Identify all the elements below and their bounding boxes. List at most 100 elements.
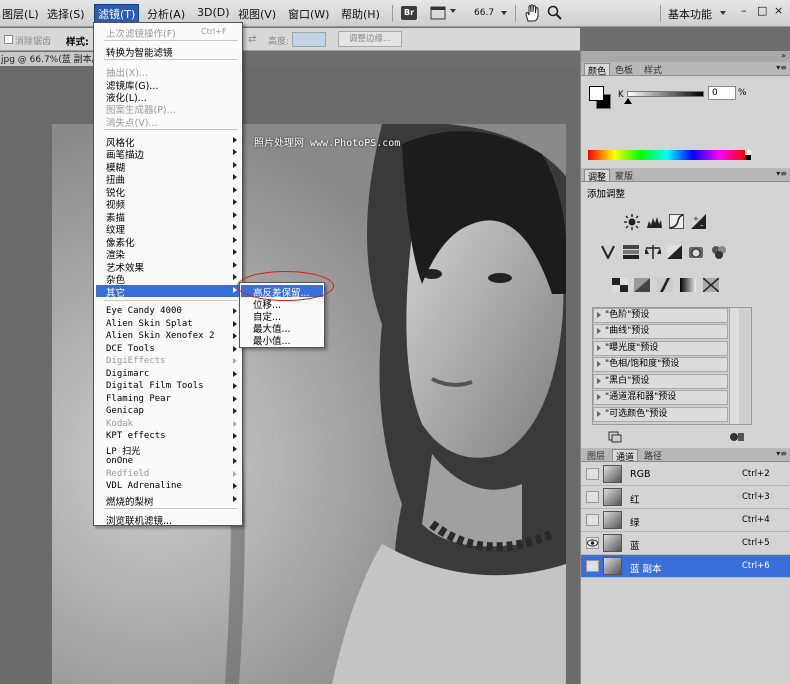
invert-icon[interactable] — [612, 278, 628, 292]
menu-item-plugin[interactable]: Flaming Pear — [106, 394, 171, 404]
threshold-icon[interactable] — [657, 278, 673, 292]
minimize-button[interactable]: – — [741, 4, 747, 17]
presets-scrollbar[interactable] — [729, 308, 739, 424]
tab-adjustments[interactable]: 调整 — [584, 169, 611, 183]
tab-styles[interactable]: 样式 — [641, 63, 665, 76]
menu-item-plugin[interactable]: Alien Skin Splat — [106, 319, 193, 329]
black-white-icon[interactable] — [667, 245, 682, 259]
workspace-switcher[interactable]: 基本功能 — [668, 6, 712, 22]
menu-item-vanishing-point[interactable]: 消失点(V)... — [106, 115, 157, 129]
black-white-ramp[interactable] — [745, 150, 751, 160]
exposure-icon[interactable]: +– — [691, 214, 706, 229]
menu-item-plugin[interactable]: Genicap — [106, 406, 144, 416]
clip-to-layer-icon[interactable] — [608, 431, 622, 443]
collapse-icon[interactable]: » — [781, 51, 786, 60]
tab-color[interactable]: 颜色 — [584, 63, 611, 77]
menu-item-plugin[interactable]: Kodak — [106, 419, 133, 429]
panel-menu-icon[interactable]: ▾≡ — [776, 169, 787, 178]
menu-item-extract[interactable]: 抽出(X)... — [106, 65, 148, 79]
menu-item-last-filter[interactable]: 上次滤镜操作(F) — [106, 26, 176, 40]
height-input[interactable] — [292, 32, 326, 47]
menu-item-other[interactable]: 其它 — [106, 285, 125, 299]
menu-select[interactable]: 选择(S) — [47, 6, 85, 22]
channel-row[interactable]: 绿 Ctrl+4 — [581, 509, 790, 532]
menu-item-browse-online[interactable]: 浏览联机滤镜... — [106, 513, 172, 527]
menu-filter[interactable]: 滤镜(T) — [94, 4, 140, 24]
curves-icon[interactable] — [669, 214, 684, 229]
preset-exposure[interactable]: "曝光度"预设 — [593, 341, 728, 356]
menu-item-plugin[interactable]: Redfield — [106, 469, 149, 479]
visibility-toggle[interactable] — [586, 491, 599, 503]
close-button[interactable]: × — [774, 4, 783, 17]
visibility-toggle[interactable] — [586, 560, 599, 572]
channel-mixer-icon[interactable] — [711, 244, 727, 260]
channel-row[interactable]: 蓝 Ctrl+5 — [581, 532, 790, 555]
posterize-icon[interactable] — [634, 278, 650, 292]
menu-item-plugin[interactable]: 燃烧的梨树 — [106, 494, 154, 508]
menu-item-plugin[interactable]: Digital Film Tools — [106, 381, 204, 391]
gradient-map-icon[interactable] — [680, 278, 696, 292]
visibility-toggle[interactable] — [586, 468, 599, 480]
bridge-icon[interactable]: Br — [401, 6, 417, 20]
tab-paths[interactable]: 路径 — [641, 449, 665, 462]
menu-3d[interactable]: 3D(D) — [197, 6, 230, 19]
menu-item-convert-smart[interactable]: 转换为智能滤镜 — [106, 45, 173, 59]
visibility-toggle[interactable] — [586, 537, 599, 549]
preset-black-white[interactable]: "黑白"预设 — [593, 374, 728, 389]
brightness-icon[interactable] — [624, 214, 640, 230]
refine-edge-button[interactable]: 调整边缘... — [338, 31, 402, 47]
tab-channels[interactable]: 通道 — [612, 449, 639, 463]
visibility-toggle[interactable] — [586, 514, 599, 526]
tab-swatches[interactable]: 色板 — [612, 63, 636, 76]
tab-masks[interactable]: 蒙版 — [612, 169, 636, 182]
levels-icon[interactable] — [646, 215, 663, 229]
menu-item-brush-strokes[interactable]: 画笔描边 — [106, 147, 144, 161]
menu-view[interactable]: 视图(V) — [238, 6, 276, 22]
preset-hue-saturation[interactable]: "色相/饱和度"预设 — [593, 357, 728, 372]
menu-window[interactable]: 窗口(W) — [288, 6, 329, 22]
menu-item-minimum[interactable]: 最小值... — [253, 333, 291, 347]
zoom-tool-icon[interactable] — [547, 5, 562, 20]
menu-help[interactable]: 帮助(H) — [341, 6, 380, 22]
zoom-level[interactable]: 66.7 — [474, 8, 494, 18]
menu-item-plugin[interactable]: Alien Skin Xenofex 2 — [106, 331, 214, 341]
menu-item-plugin[interactable]: Eye Candy 4000 — [106, 306, 182, 316]
menu-item-render[interactable]: 渲染 — [106, 247, 125, 261]
k-value-input[interactable]: 0 — [708, 86, 736, 100]
color-balance-icon[interactable] — [645, 244, 661, 260]
menu-item-plugin[interactable]: DCE Tools — [106, 344, 155, 354]
channel-row[interactable]: RGB Ctrl+2 — [581, 463, 790, 486]
preset-channel-mixer[interactable]: "通道混和器"预设 — [593, 390, 728, 405]
view-extras-icon[interactable] — [430, 6, 446, 20]
restore-button[interactable]: □ — [757, 4, 767, 17]
menu-item-plugin[interactable]: DigiEffects — [106, 356, 166, 366]
color-spectrum[interactable] — [588, 150, 745, 160]
menu-item-video[interactable]: 视频 — [106, 197, 125, 211]
menu-analysis[interactable]: 分析(A) — [147, 6, 185, 22]
menu-item-noise[interactable]: 杂色 — [106, 272, 125, 286]
adjustment-panel-options-icon[interactable] — [729, 431, 745, 443]
selective-color-icon[interactable] — [703, 278, 719, 292]
menu-item-plugin[interactable]: KPT effects — [106, 431, 166, 441]
workspace-dropdown-icon[interactable] — [720, 11, 726, 15]
menu-item-plugin[interactable]: VDL Adrenaline — [106, 481, 182, 491]
menu-item-plugin[interactable]: onOne — [106, 456, 133, 466]
menu-item-plugin[interactable]: Digimarc — [106, 369, 149, 379]
k-slider-track[interactable] — [627, 91, 704, 97]
slider-handle-icon[interactable] — [624, 98, 632, 104]
document-tab[interactable]: jpg @ 66.7%(蓝 副本/ — [0, 52, 100, 66]
menu-item-texture[interactable]: 纹理 — [106, 222, 125, 236]
menu-layer[interactable]: 图层(L) — [2, 6, 39, 22]
hue-saturation-icon[interactable] — [623, 245, 639, 259]
tab-layers[interactable]: 图层 — [584, 449, 608, 462]
panel-menu-icon[interactable]: ▾≡ — [776, 449, 787, 458]
channel-row-selected[interactable]: 蓝 副本 Ctrl+6 — [581, 555, 790, 578]
zoom-dropdown-icon[interactable] — [501, 11, 507, 15]
preset-selective-color[interactable]: "可选颜色"预设 — [593, 407, 728, 422]
photo-filter-icon[interactable] — [688, 244, 705, 260]
preset-levels[interactable]: "色阶"预设 — [593, 308, 728, 323]
antialias-checkbox[interactable] — [4, 35, 13, 44]
hand-tool-icon[interactable] — [524, 4, 540, 22]
chevron-down-icon[interactable] — [450, 9, 456, 13]
panel-collapse-bar[interactable]: » — [581, 51, 790, 62]
